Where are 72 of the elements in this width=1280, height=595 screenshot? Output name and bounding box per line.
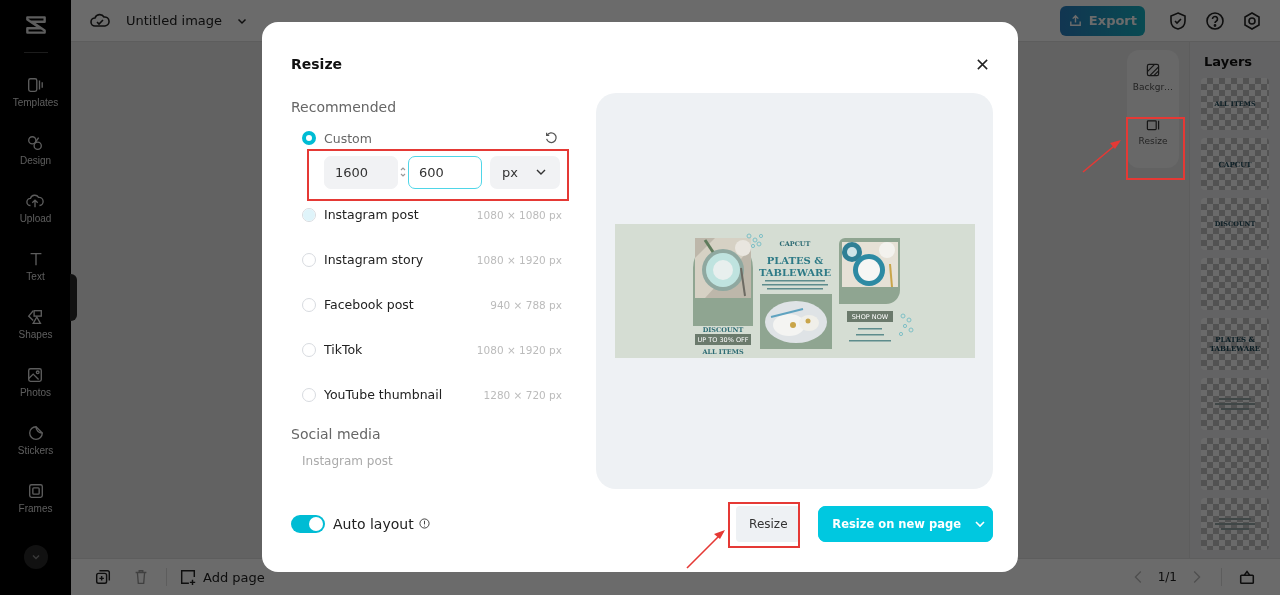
preset-label[interactable]: Custom — [324, 130, 372, 146]
auto-layout-label: Auto layout — [333, 515, 414, 532]
sidebar-item[interactable]: Templates — [12, 63, 59, 121]
frames-icon[interactable] — [26, 482, 45, 500]
tool-button[interactable]: Backgr… — [1127, 58, 1179, 113]
section-heading: Recommended — [291, 99, 398, 117]
resize-button[interactable]: Resize — [736, 505, 801, 542]
document-title[interactable]: Untitled image — [126, 13, 223, 29]
dialog-title: Resize — [291, 56, 343, 72]
layer-thumbnail[interactable] — [1201, 258, 1269, 311]
layer-thumbnail[interactable] — [1201, 438, 1269, 491]
preset-label[interactable]: Instagram post — [324, 207, 419, 222]
photos-icon[interactable] — [26, 366, 45, 384]
shield-icon[interactable] — [1168, 10, 1188, 31]
preset-label[interactable]: YouTube thumbnail — [324, 387, 443, 402]
bubbles-drawing — [746, 233, 763, 249]
layer-thumbnail[interactable] — [1201, 378, 1269, 431]
expand-icon[interactable] — [1238, 568, 1256, 587]
preset-size: 940 × 788 px — [490, 298, 562, 311]
preset-size: 1080 × 1920 px — [476, 253, 562, 266]
sidebar-item[interactable]: Design — [19, 121, 52, 179]
help-icon[interactable] — [1205, 10, 1225, 31]
sidebar-item[interactable]: Stickers — [17, 411, 54, 469]
reset-icon[interactable] — [544, 131, 558, 145]
text-lines-drawing — [1215, 397, 1255, 412]
settings-icon[interactable] — [1242, 10, 1262, 31]
height-field[interactable]: 600 — [408, 155, 482, 189]
text-lines-drawing — [1215, 517, 1255, 532]
section-heading: Social media — [291, 426, 382, 444]
preset-label[interactable]: TikTok — [324, 342, 363, 357]
unit-dropdown[interactable]: px — [490, 155, 560, 189]
sidebar-item[interactable]: Shapes — [18, 295, 53, 353]
stickers-icon[interactable] — [26, 424, 45, 442]
layers-title: Layers — [1204, 54, 1253, 70]
sidebar-item[interactable]: Photos — [19, 353, 52, 411]
layer-thumbnail[interactable] — [1201, 498, 1269, 551]
preset-size: 1080 × 1080 px — [476, 208, 562, 221]
width-field[interactable]: 1600 — [324, 155, 398, 189]
close-icon[interactable] — [976, 57, 989, 71]
auto-layout-toggle[interactable] — [291, 514, 325, 533]
info-icon[interactable] — [418, 518, 430, 529]
shapes-icon[interactable] — [26, 308, 45, 326]
body-text-lines — [761, 280, 828, 290]
upload-icon[interactable] — [1067, 13, 1083, 29]
contact-text-lines — [848, 328, 891, 342]
radio-button[interactable] — [302, 207, 316, 222]
add-page-icon[interactable] — [179, 568, 197, 587]
social-media-item[interactable]: Instagram post — [291, 454, 562, 468]
page-counter: 1/1 — [1157, 570, 1177, 585]
sidebar-item[interactable]: Upload — [19, 179, 52, 237]
sidebar-item[interactable]: Text — [26, 237, 45, 295]
design-icon[interactable] — [26, 134, 45, 152]
annotation-box — [728, 502, 800, 548]
duplicate-icon[interactable] — [94, 568, 112, 587]
templates-icon[interactable] — [26, 76, 45, 94]
export-button[interactable]: Export — [1059, 5, 1145, 36]
preset-label[interactable]: Instagram story — [324, 252, 424, 267]
add-page-button[interactable]: Add page — [173, 567, 271, 588]
upload-icon[interactable] — [26, 192, 45, 210]
annotation-arrow — [1081, 138, 1123, 174]
background-icon[interactable] — [1145, 62, 1161, 79]
preset-label[interactable]: Facebook post — [324, 297, 414, 312]
tool-button[interactable]: Resize — [1127, 112, 1179, 167]
annotation-arrow — [685, 528, 727, 570]
preset-size: 1280 × 720 px — [483, 388, 562, 401]
preset-size: 1080 × 1920 px — [476, 343, 562, 356]
bubbles-drawing — [898, 313, 913, 337]
annotation-box — [1126, 117, 1185, 180]
sidebar-item[interactable]: Frames — [18, 469, 53, 527]
headline-text: PLATES & TABLEWARE — [758, 255, 831, 278]
collapse-handle[interactable] — [70, 274, 77, 321]
radio-button[interactable] — [302, 131, 316, 145]
